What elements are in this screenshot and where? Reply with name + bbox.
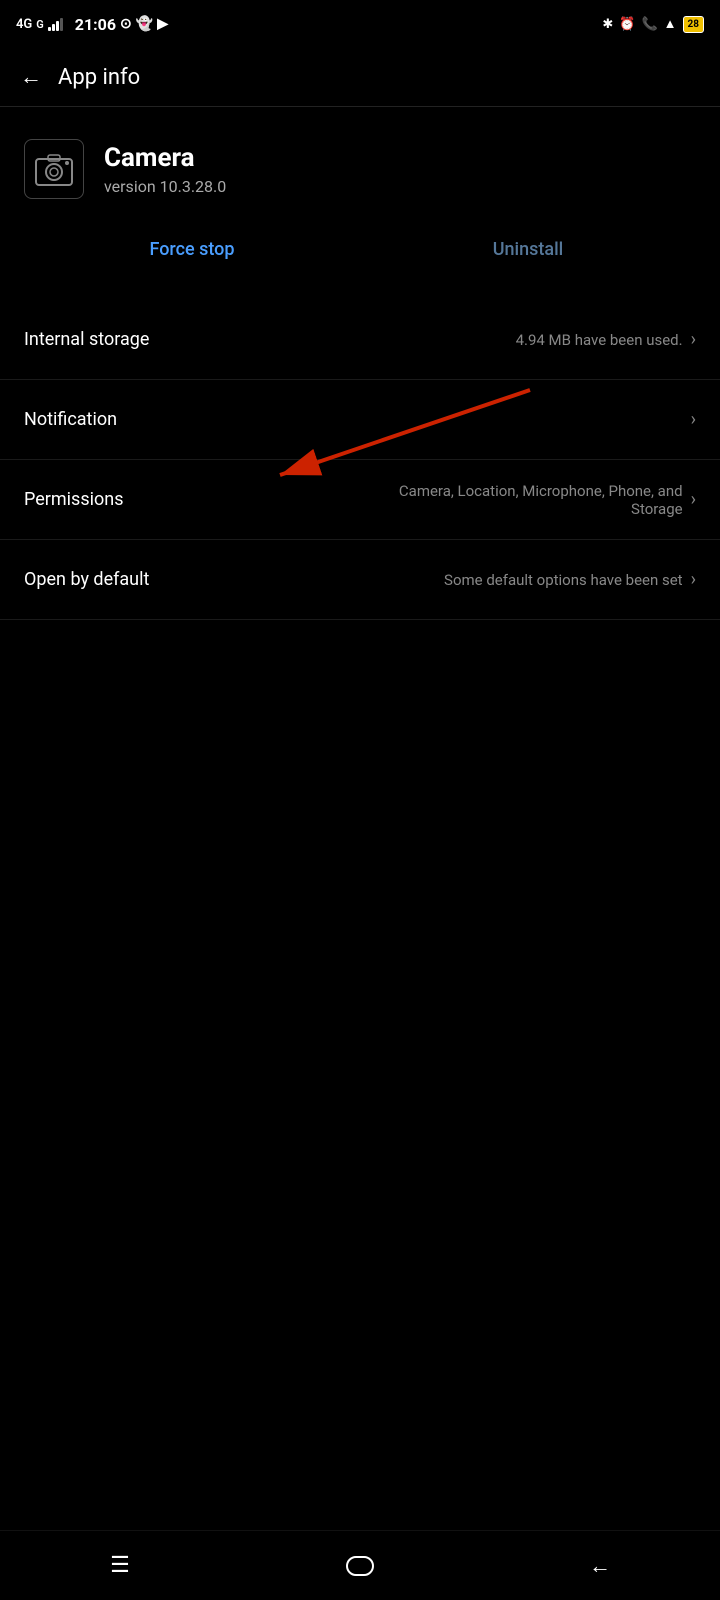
permissions-detail: Camera, Location, Microphone, Phone, and… [383, 482, 683, 518]
open-by-default-right: Some default options have been set › [149, 569, 696, 590]
snapchat-icon: 👻 [136, 16, 153, 32]
signal-bar-3 [56, 21, 59, 31]
internal-storage-item[interactable]: Internal storage 4.94 MB have been used.… [0, 300, 720, 380]
battery-indicator: 28 [683, 16, 704, 33]
app-info-header: ← App info [0, 48, 720, 107]
whatsapp-icon: ⊙ [120, 16, 132, 32]
app-version: version 10.3.28.0 [104, 177, 226, 196]
signal-bar-4 [60, 18, 63, 31]
home-icon [346, 1556, 374, 1576]
time-display: 21:06 [75, 15, 116, 34]
force-stop-button[interactable]: Force stop [24, 231, 360, 268]
bluetooth-icon: ✱ [602, 17, 613, 32]
permissions-label: Permissions [24, 489, 124, 510]
permissions-item[interactable]: Permissions Camera, Location, Microphone… [0, 460, 720, 540]
camera-svg-icon [34, 151, 74, 187]
notification-right: › [117, 409, 696, 430]
app-info-section: Camera version 10.3.28.0 [0, 107, 720, 223]
uninstall-button[interactable]: Uninstall [360, 231, 696, 268]
notification-item[interactable]: Notification › [0, 380, 720, 460]
list-items-container: Internal storage 4.94 MB have been used.… [0, 300, 720, 620]
menu-icon: ☰ [110, 1555, 130, 1577]
internal-storage-detail: 4.94 MB have been used. [516, 331, 683, 349]
back-icon: ← [589, 1553, 611, 1579]
app-details: Camera version 10.3.28.0 [104, 143, 226, 196]
nav-back-button[interactable]: ← [570, 1546, 630, 1586]
youtube-icon: ▶ [157, 16, 168, 32]
chevron-right-icon: › [691, 569, 696, 590]
signal-bar-2 [52, 24, 55, 31]
wifi-icon: ▲ [664, 16, 677, 32]
bottom-navigation: ☰ ← [0, 1530, 720, 1600]
action-buttons-row: Force stop Uninstall [0, 223, 720, 300]
internal-storage-right: 4.94 MB have been used. › [149, 329, 696, 350]
network-indicator: 4G [16, 17, 32, 32]
nav-home-button[interactable] [330, 1546, 390, 1586]
status-bar: 4G G 21:06 ⊙ 👻 ▶ ✱ ⏰ 📞 ▲ 28 [0, 0, 720, 48]
page-title: App info [58, 65, 140, 90]
status-right: ✱ ⏰ 📞 ▲ 28 [602, 16, 704, 33]
signal-bar-1 [48, 27, 51, 31]
call-icon: 📞 [641, 17, 657, 32]
signal-icon: G [36, 18, 44, 31]
app-name: Camera [104, 143, 226, 173]
nav-menu-button[interactable]: ☰ [90, 1546, 150, 1586]
alarm-icon: ⏰ [619, 17, 635, 32]
signal-bars [48, 17, 63, 31]
back-button[interactable]: ← [20, 64, 42, 90]
open-by-default-detail: Some default options have been set [444, 571, 683, 589]
permissions-right: Camera, Location, Microphone, Phone, and… [124, 482, 696, 518]
open-by-default-item[interactable]: Open by default Some default options hav… [0, 540, 720, 620]
open-by-default-label: Open by default [24, 569, 149, 590]
status-left: 4G G 21:06 ⊙ 👻 ▶ [16, 15, 168, 34]
app-icon [24, 139, 84, 199]
chevron-right-icon: › [691, 489, 696, 510]
chevron-right-icon: › [691, 329, 696, 350]
chevron-right-icon: › [691, 409, 696, 430]
internal-storage-label: Internal storage [24, 329, 149, 350]
notification-label: Notification [24, 409, 117, 430]
